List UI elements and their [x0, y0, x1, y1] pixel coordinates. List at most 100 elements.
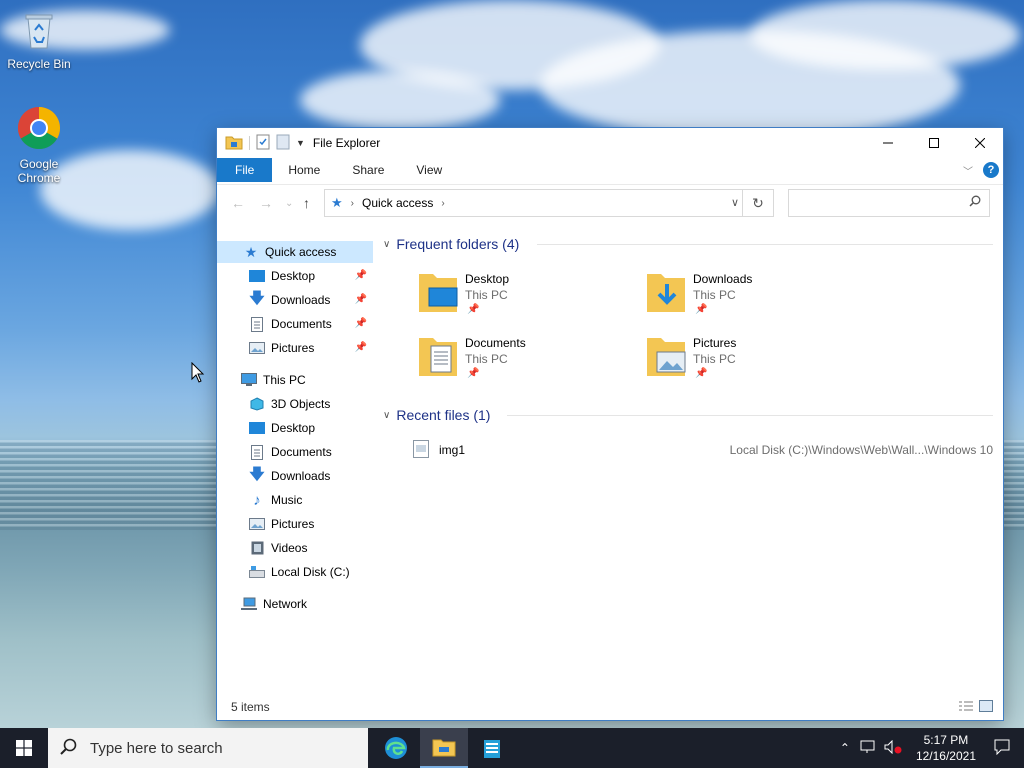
content-pane: ∨ Frequent folders (4) Desktop This PC 📌…: [377, 228, 1003, 690]
search-icon: [969, 195, 981, 210]
folder-tile-desktop[interactable]: Desktop This PC 📌: [417, 270, 637, 326]
search-placeholder: Type here to search: [90, 739, 223, 757]
large-icons-view-icon[interactable]: [979, 700, 993, 715]
folder-location: This PC: [465, 352, 508, 366]
server-manager-icon: [484, 740, 500, 758]
folder-name: Downloads: [693, 272, 753, 286]
close-icon: [975, 138, 985, 148]
nav-quick-access[interactable]: ★ Quick access: [217, 241, 373, 263]
group-frequent-folders[interactable]: ∨ Frequent folders (4): [383, 233, 519, 255]
nav-pc-pictures[interactable]: Pictures: [217, 513, 373, 535]
cloud: [750, 0, 1020, 70]
notifications-icon[interactable]: [994, 739, 1010, 758]
breadcrumb-separator-icon: ›: [350, 197, 354, 209]
title-bar[interactable]: ▼ File Explorer: [217, 128, 1003, 158]
folder-location: This PC: [693, 352, 736, 366]
navigation-bar: ← → ⌄ ↑ ★ › Quick access › ∨ ↻: [217, 184, 1003, 223]
pin-icon[interactable]: 📌: [355, 318, 367, 329]
forward-arrow-icon[interactable]: →: [259, 195, 273, 211]
address-dropdown-icon[interactable]: ∨: [731, 196, 739, 209]
group-recent-files[interactable]: ∨ Recent files (1): [383, 404, 490, 426]
clock-time: 5:17 PM: [923, 733, 969, 747]
taskbar-app-server[interactable]: [468, 728, 516, 768]
nav-pc-desktop[interactable]: Desktop: [217, 417, 373, 439]
breadcrumb-chevron-icon[interactable]: ›: [441, 198, 444, 209]
nav-label: Network: [263, 597, 308, 611]
minimize-icon: [883, 142, 893, 144]
clock[interactable]: 5:17 PM 12/16/2021: [916, 732, 976, 764]
taskbar-search-box[interactable]: Type here to search: [48, 728, 368, 768]
nav-label: 3D Objects: [271, 397, 331, 411]
taskbar-file-explorer[interactable]: [420, 728, 468, 768]
status-bar: 5 items: [217, 694, 1003, 720]
3d-objects-icon: [249, 396, 265, 412]
nav-network[interactable]: Network: [217, 593, 373, 615]
recent-file-row[interactable]: img1 Local Disk (C:)\Windows\Web\Wall...…: [413, 439, 993, 461]
folder-tile-pictures[interactable]: Pictures This PC 📌: [645, 334, 865, 390]
downloads-arrow-icon: 🡇: [249, 289, 265, 307]
nav-label: Videos: [271, 541, 308, 555]
pin-icon[interactable]: 📌: [355, 294, 367, 305]
network-icon: [241, 596, 257, 612]
volume-muted-icon[interactable]: [884, 739, 902, 757]
show-hidden-icons-chevron-icon[interactable]: ⌃: [840, 741, 850, 755]
start-button[interactable]: [0, 728, 48, 768]
nav-quick-documents[interactable]: Documents 📌: [217, 313, 373, 335]
minimize-button[interactable]: [865, 128, 911, 158]
downloads-folder-icon: [645, 270, 687, 314]
tab-home[interactable]: Home: [272, 158, 336, 182]
address-bar[interactable]: ★ › Quick access › ∨ ↻: [324, 189, 774, 217]
folder-tile-documents[interactable]: Documents This PC 📌: [417, 334, 637, 390]
nav-quick-pictures[interactable]: Pictures 📌: [217, 337, 373, 359]
windows-logo-icon: [16, 740, 32, 756]
customize-toolbar-dropdown-icon[interactable]: ▼: [296, 138, 305, 148]
network-status-icon[interactable]: [860, 740, 876, 757]
properties-icon[interactable]: [256, 134, 270, 153]
nav-label: This PC: [263, 373, 306, 387]
maximize-button[interactable]: [911, 128, 957, 158]
window-title: File Explorer: [312, 136, 381, 150]
nav-quick-downloads[interactable]: 🡇 Downloads 📌: [217, 289, 373, 311]
nav-quick-desktop[interactable]: Desktop 📌: [217, 265, 373, 287]
pin-icon: 📌: [695, 304, 708, 315]
recent-locations-chevron-icon[interactable]: ⌄: [285, 198, 293, 209]
close-button[interactable]: [957, 128, 1003, 158]
folder-location: This PC: [693, 288, 736, 302]
folder-tile-downloads[interactable]: Downloads This PC 📌: [645, 270, 865, 326]
tab-view[interactable]: View: [400, 158, 458, 182]
pictures-icon: [249, 516, 265, 532]
documents-icon: [249, 316, 265, 332]
taskbar-edge[interactable]: [372, 728, 420, 768]
tab-file[interactable]: File: [217, 158, 273, 182]
file-explorer-window: ▼ File Explorer File Home Share View ﹀ ?…: [217, 128, 1003, 720]
back-arrow-icon[interactable]: ←: [231, 195, 245, 211]
nav-pc-music[interactable]: ♪ Music: [217, 489, 373, 511]
pin-icon[interactable]: 📌: [355, 342, 367, 353]
new-folder-icon[interactable]: [276, 134, 290, 153]
nav-pc-documents[interactable]: Documents: [217, 441, 373, 463]
details-view-icon[interactable]: [959, 700, 973, 715]
recent-file-path: Local Disk (C:)\Windows\Web\Wall...\Wind…: [729, 443, 993, 457]
refresh-icon[interactable]: ↻: [742, 190, 773, 216]
nav-pc-downloads[interactable]: 🡇 Downloads: [217, 465, 373, 487]
nav-pc-videos[interactable]: Videos: [217, 537, 373, 559]
explorer-folder-icon: [225, 134, 243, 153]
group-divider: [537, 244, 993, 245]
breadcrumb-quick-access[interactable]: Quick access: [362, 196, 433, 210]
tab-share[interactable]: Share: [336, 158, 400, 182]
nav-pc-3d-objects[interactable]: 3D Objects: [217, 393, 373, 415]
pin-icon[interactable]: 📌: [355, 270, 367, 281]
help-icon[interactable]: ?: [983, 162, 999, 178]
folder-name: Desktop: [465, 272, 510, 286]
music-note-icon: ♪: [253, 491, 261, 509]
expand-ribbon-chevron-icon[interactable]: ﹀: [963, 163, 973, 178]
nav-pc-local-disk[interactable]: Local Disk (C:): [217, 561, 373, 583]
nav-this-pc[interactable]: This PC: [217, 369, 373, 391]
desktop-icon-google-chrome[interactable]: Google Chrome: [1, 106, 77, 185]
taskbar: Type here to search ⌃ 5:17 PM 12/16/2021: [0, 728, 1024, 768]
up-arrow-icon[interactable]: ↑: [303, 195, 310, 211]
search-box[interactable]: [788, 189, 990, 217]
desktop-icon-recycle-bin[interactable]: Recycle Bin: [1, 10, 77, 71]
local-disk-icon: [249, 564, 265, 580]
documents-folder-icon: [417, 334, 459, 378]
